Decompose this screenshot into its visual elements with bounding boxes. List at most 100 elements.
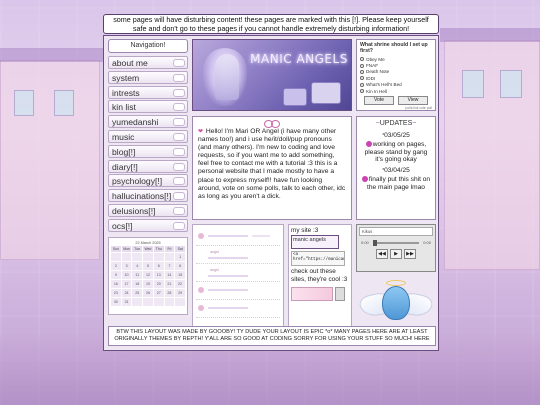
site-button-label: my site :3 (291, 227, 319, 234)
seek-handle[interactable] (373, 240, 377, 246)
calendar-weekday: Wed (143, 245, 153, 252)
chat-message (196, 302, 280, 318)
calendar-day: 14 (164, 270, 175, 279)
avatar (198, 233, 204, 239)
calendar-day: 15 (175, 270, 185, 279)
calendar-day: 11 (132, 270, 143, 279)
calendar-day: 5 (143, 261, 153, 270)
site-88x31-button[interactable] (335, 287, 345, 302)
calendar-day: 16 (111, 279, 121, 288)
embed-code-textarea[interactable]: <a href="https://manicang (291, 251, 345, 267)
next-button[interactable]: ▶▶ (404, 249, 416, 259)
cloud-icon (173, 192, 185, 201)
calendar-day: 18 (132, 279, 143, 288)
radio-button[interactable] (360, 69, 364, 74)
nav-item-yumedanshi[interactable]: yumedanshi (108, 115, 188, 129)
previous-button[interactable]: ◀◀ (376, 249, 388, 259)
calendar-day: 31 (121, 297, 132, 306)
calendar-day (132, 297, 143, 306)
calendar-day: 29 (175, 288, 185, 297)
calendar-day (132, 252, 143, 261)
chat-message (196, 284, 280, 300)
nav-item-system[interactable]: system (108, 70, 188, 84)
cloud-icon (173, 88, 185, 97)
bow-icon (264, 120, 280, 128)
chat-line (208, 257, 248, 259)
calendar-day: 2 (111, 261, 121, 270)
update-date: *03/05/25 (382, 132, 410, 139)
calendar-weekday: Sun (111, 245, 121, 252)
calendar-weekday: Sat (175, 245, 185, 252)
seek-track[interactable] (373, 242, 419, 244)
updates-title: ~UPDATES~ (375, 120, 417, 127)
halo-icon (386, 280, 406, 286)
nav-item-intrests[interactable]: intrests (108, 85, 188, 99)
intro-text: Hello! I'm Mari OR Angel (i have many ot… (198, 128, 346, 200)
mascot-body (382, 286, 410, 320)
calendar-day: 23 (111, 288, 121, 297)
nav-item-about-me[interactable]: about me (108, 56, 188, 69)
chat-line (208, 275, 248, 277)
background-roof-right (440, 28, 540, 42)
calendar-day: 19 (143, 279, 153, 288)
nav-item-diary[interactable]: diary[!] (108, 159, 188, 173)
radio-button[interactable] (360, 57, 364, 62)
player-controls: ◀◀ ▶ ▶▶ (359, 249, 433, 259)
calendar-day: 13 (153, 270, 164, 279)
calendar-day: 3 (121, 261, 132, 270)
calendar-day: 22 (175, 279, 185, 288)
chat-name: angel (210, 250, 219, 254)
poll-widget: What shrine should I set up first? Obey … (356, 39, 436, 111)
nav-item-ocs[interactable]: ocs[!] (108, 218, 188, 232)
squiggle-icon: ~ (412, 120, 417, 127)
seek-bar[interactable]: 0:00 0:00 (361, 240, 431, 246)
music-player: Kikus 0:00 0:00 ◀◀ ▶ ▶▶ (356, 224, 436, 272)
poll-buttons: Vote View (360, 96, 432, 106)
nav-item-kin-list[interactable]: kin list (108, 100, 188, 114)
background-window (14, 90, 34, 116)
vote-button[interactable]: Vote (364, 96, 394, 106)
calendar-day: 8 (175, 261, 185, 270)
nav-item-hallucinations[interactable]: hallucinations[!] (108, 189, 188, 203)
calendar-weekday: Fri (164, 245, 175, 252)
site-badge[interactable]: manic angels (291, 235, 339, 250)
calendar-day: 6 (153, 261, 164, 270)
intro-box: ❤ Hello! I'm Mari OR Angel (i have many … (192, 116, 352, 220)
calendar-day: 25 (132, 288, 143, 297)
cloud-icon (173, 118, 185, 127)
banner-title: MANIC ANGELS (250, 52, 348, 66)
chat-line (208, 289, 248, 291)
update-text: finally put this shit on the main page l… (360, 175, 432, 192)
radio-button[interactable] (360, 63, 364, 68)
calendar-day: 7 (164, 261, 175, 270)
view-results-button[interactable]: View (398, 96, 428, 106)
calendar-day: 20 (153, 279, 164, 288)
time-total: 0:00 (423, 240, 431, 245)
play-button[interactable]: ▶ (390, 249, 402, 259)
background-window (462, 70, 484, 98)
cloud-icon (173, 132, 185, 141)
tv-icon (283, 88, 307, 106)
header-banner-image: MANIC ANGELS (192, 39, 352, 111)
poll-option[interactable]: Kin In Hell (360, 88, 432, 94)
radio-button[interactable] (360, 82, 364, 87)
nav-item-blog[interactable]: blog[!] (108, 144, 188, 158)
poll-credit-link[interactable]: polls.link vote poll (360, 106, 432, 110)
nav-item-music[interactable]: music (108, 129, 188, 143)
update-date: *03/04/25 (382, 167, 410, 175)
site-88x31-button[interactable] (291, 287, 333, 302)
nav-item-delusions[interactable]: delusions[!] (108, 203, 188, 217)
sites-text: check out these sites, they're cool :3 (291, 268, 348, 283)
avatar (198, 287, 204, 293)
calendar-day (111, 252, 121, 261)
radio-button[interactable] (360, 76, 364, 81)
calendar-day (143, 252, 153, 261)
background-roof-left (0, 48, 104, 62)
navigation-title: Navigation! (108, 39, 188, 53)
chat-message: angel (196, 248, 280, 264)
radio-button[interactable] (360, 89, 364, 94)
chat-line (208, 307, 248, 309)
nav-item-psychology[interactable]: psychology[!] (108, 174, 188, 188)
calendar-weekday: Thu (153, 245, 164, 252)
background-house-right (444, 40, 540, 270)
